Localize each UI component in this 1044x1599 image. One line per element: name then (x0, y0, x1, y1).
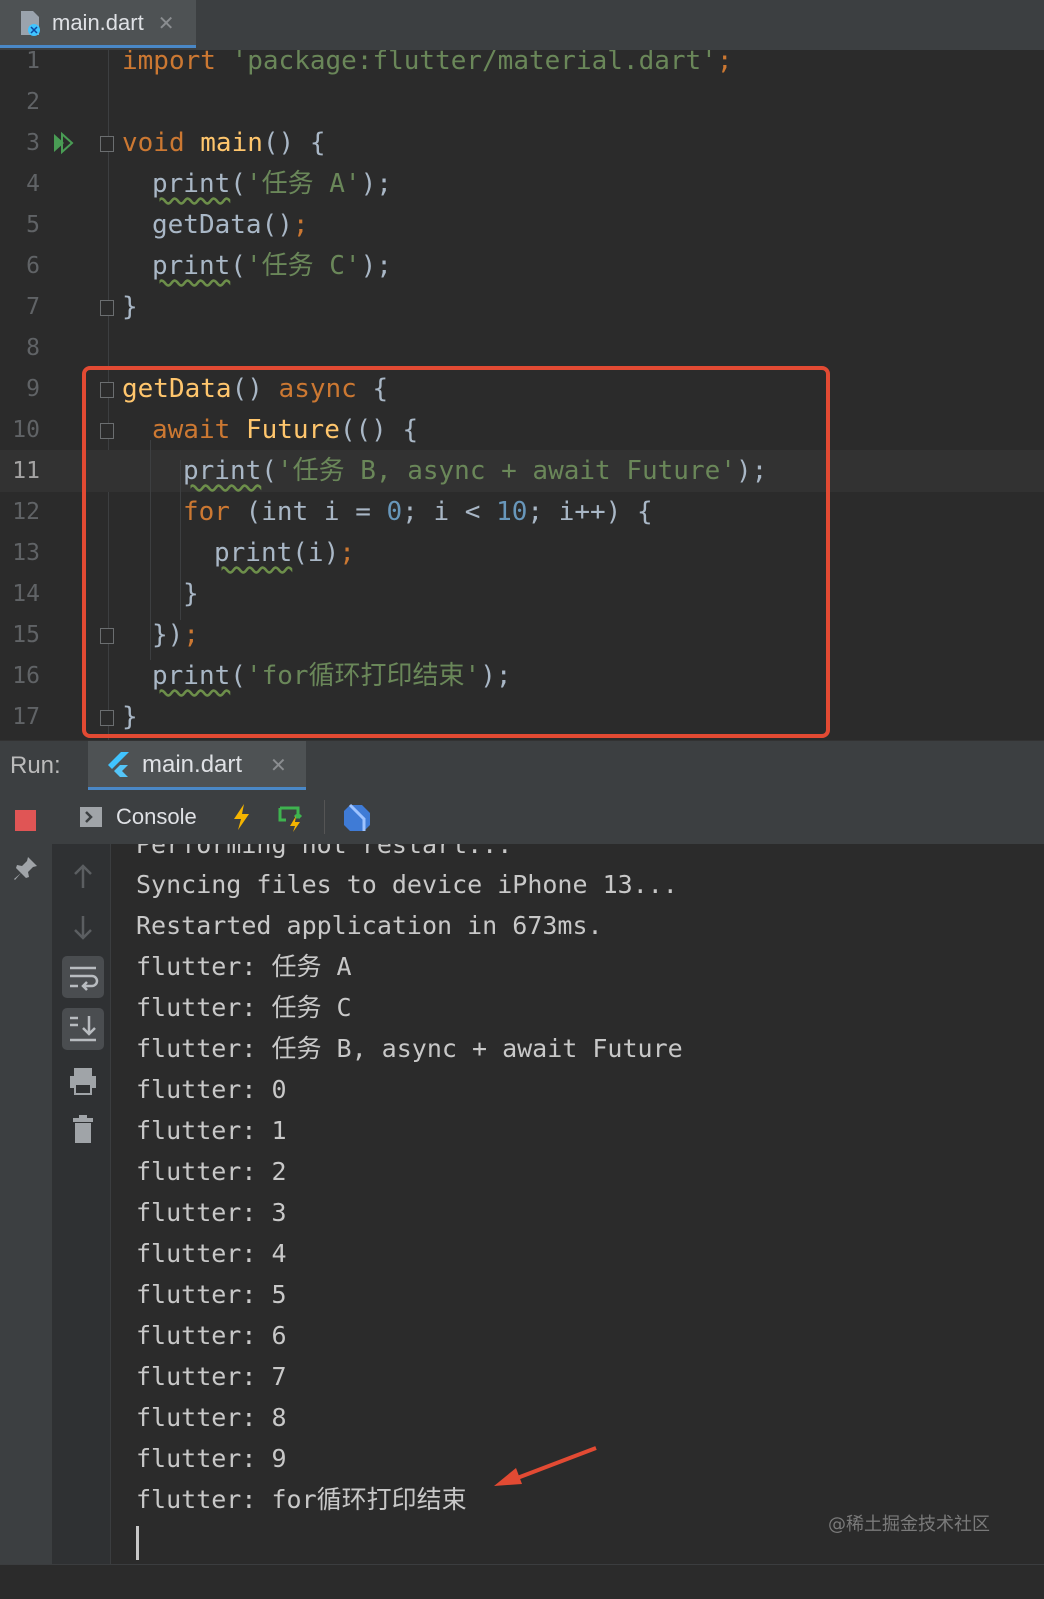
line-number: 7 (26, 294, 40, 320)
line-number: 3 (26, 130, 40, 156)
line-number: 10 (12, 417, 40, 443)
code-line: 5 getData(); (0, 204, 1044, 246)
code-line: 4 print('任务 A'); (0, 163, 1044, 205)
hot-reload-icon[interactable] (228, 802, 256, 832)
line-number: 9 (26, 376, 40, 402)
highlight-box (82, 366, 830, 738)
close-icon[interactable]: ✕ (158, 11, 175, 35)
dart-file-icon (18, 9, 42, 37)
console-line: flutter: 2 (136, 1157, 287, 1186)
line-number: 2 (26, 89, 40, 115)
editor-tab-label: main.dart (52, 9, 144, 35)
flutter-icon (106, 751, 132, 779)
code-text: print('任务 A'); (152, 169, 392, 199)
code-line: 8 (0, 327, 1044, 369)
print-icon[interactable] (62, 1060, 104, 1102)
code-line: 6 print('任务 C'); (0, 245, 1044, 287)
console-line: flutter: 任务 B, async + await Future (136, 1034, 683, 1063)
trash-icon[interactable] (62, 1108, 104, 1150)
close-icon[interactable]: ✕ (270, 741, 287, 789)
console-line: flutter: 1 (136, 1116, 287, 1145)
watermark: @稀土掘金技术社区 (828, 1514, 990, 1535)
arrow-annotation-icon (490, 1440, 610, 1500)
console-cursor (136, 1526, 139, 1560)
code-text: void main() { (122, 128, 326, 158)
scroll-up-icon[interactable] (62, 856, 104, 898)
run-arrow-icon[interactable] (52, 131, 76, 155)
code-line: 7 } (0, 286, 1044, 328)
fold-marker[interactable] (100, 136, 114, 152)
run-tab-main-dart[interactable]: main.dart ✕ (88, 741, 306, 791)
console-line: flutter: 8 (136, 1403, 287, 1432)
console-toolbar: Console (52, 790, 1044, 845)
editor-tab-main-dart[interactable]: main.dart ✕ (0, 0, 196, 48)
console-line: flutter: 0 (136, 1075, 287, 1104)
code-line: 3 void main() { (0, 122, 1044, 164)
code-line: 2 (0, 81, 1044, 123)
code-text: getData(); (152, 210, 309, 240)
editor-tab-bar: main.dart ✕ (0, 0, 1044, 51)
dart-devtools-icon[interactable] (342, 802, 370, 832)
line-number: 1 (26, 50, 40, 74)
pin-icon[interactable] (12, 854, 40, 882)
console-line: flutter: 7 (136, 1362, 287, 1391)
code-text: import 'package:flutter/material.dart'; (122, 50, 733, 76)
run-left-strip (0, 790, 53, 1598)
console-line: flutter: 任务 A (136, 952, 352, 981)
line-number: 8 (26, 335, 40, 361)
console-line: Syncing files to device iPhone 13... (136, 870, 678, 899)
console-line: flutter: 任务 C (136, 993, 352, 1022)
line-number: 12 (12, 499, 40, 525)
line-number: 11 (12, 458, 40, 484)
console-line: Performing hot restart... (136, 844, 513, 859)
line-number: 6 (26, 253, 40, 279)
line-number: 13 (12, 540, 40, 566)
console-icon (80, 807, 102, 827)
line-number: 5 (26, 212, 40, 238)
scroll-to-end-icon[interactable] (62, 1008, 104, 1050)
console-line: flutter: 4 (136, 1239, 287, 1268)
run-tool-bar: Run: main.dart ✕ (0, 740, 1044, 791)
code-text: } (122, 292, 138, 322)
toolbar-separator (324, 800, 325, 834)
console-tab[interactable]: Console (80, 790, 197, 844)
scroll-down-icon[interactable] (62, 906, 104, 948)
console-line: flutter: 5 (136, 1280, 287, 1309)
line-number: 16 (12, 663, 40, 689)
console-label: Console (116, 804, 197, 829)
code-line: 1 import 'package:flutter/material.dart'… (0, 50, 1044, 82)
line-number: 4 (26, 171, 40, 197)
hot-restart-icon[interactable] (276, 802, 304, 832)
console-line: flutter: 3 (136, 1198, 287, 1227)
line-number: 14 (12, 581, 40, 607)
run-tab-label: main.dart (142, 751, 243, 778)
stop-icon[interactable] (15, 810, 36, 831)
line-number: 17 (12, 704, 40, 730)
run-label: Run: (10, 752, 61, 779)
console-line: flutter: 6 (136, 1321, 287, 1350)
code-text: print('任务 C'); (152, 251, 392, 281)
fold-marker[interactable] (100, 300, 114, 316)
line-number: 15 (12, 622, 40, 648)
status-bar (0, 1564, 1044, 1599)
console-line: flutter: for循环打印结束 (136, 1485, 467, 1514)
console-line: flutter: 9 (136, 1444, 287, 1473)
console-side-toolbar (52, 844, 111, 1598)
console-line: Restarted application in 673ms. (136, 911, 603, 940)
soft-wrap-icon[interactable] (62, 956, 104, 998)
